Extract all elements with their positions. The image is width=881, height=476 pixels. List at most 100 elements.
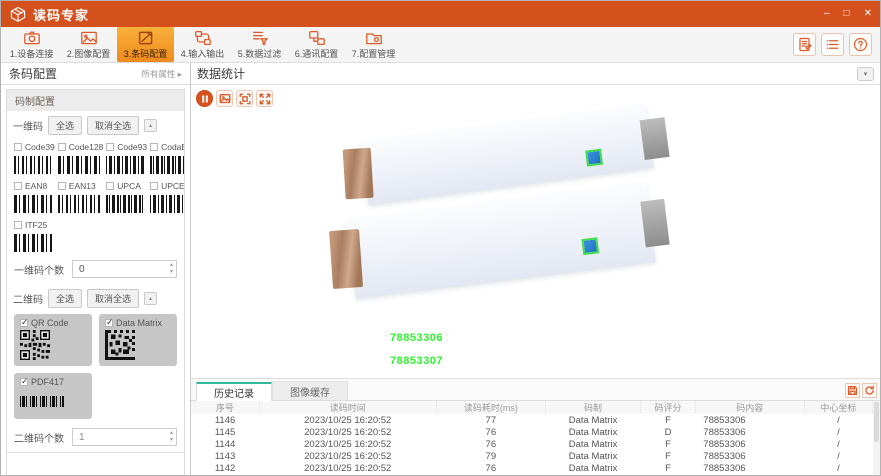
- list-button[interactable]: [821, 33, 844, 56]
- checkbox-box[interactable]: [20, 319, 28, 327]
- oned-select-all-button[interactable]: 全选: [48, 116, 82, 135]
- checkbox-box[interactable]: [106, 182, 114, 190]
- twod-count-value: 1: [79, 432, 85, 443]
- close-button[interactable]: ✕: [864, 9, 872, 19]
- history-table-wrap[interactable]: 序号 读码时间 读码耗时(ms) 码制 码评分 码内容 中心坐标: [191, 401, 880, 476]
- checkbox-box[interactable]: [14, 221, 22, 229]
- datamatrix-sample: [105, 330, 135, 360]
- checkbox-box[interactable]: [14, 143, 22, 151]
- all-properties-link[interactable]: 所有属性 ▸: [141, 68, 182, 80]
- checkbox-code39[interactable]: Code39: [14, 142, 55, 152]
- copper-end: [329, 229, 363, 289]
- checkbox-ean8[interactable]: EAN8: [14, 181, 55, 191]
- checkbox-box[interactable]: [58, 182, 66, 190]
- oned-deselect-all-button[interactable]: 取消全选: [87, 116, 139, 135]
- tab-device-connect[interactable]: 1.设备连接: [3, 27, 60, 62]
- fullscreen-icon: [259, 93, 271, 105]
- checkbox-ean13[interactable]: EAN13: [58, 181, 104, 191]
- app-window: 读码专家 – □ ✕ 1.设备连接 2.图像配置 3.条码配置: [0, 0, 881, 476]
- barcode-sample: [106, 156, 144, 174]
- fullscreen-button[interactable]: [256, 90, 273, 107]
- col-center-coord[interactable]: 中心坐标: [804, 401, 872, 414]
- scrollbar-thumb[interactable]: [874, 402, 879, 442]
- checkbox-pdf417[interactable]: PDF417: [20, 377, 86, 387]
- checkbox-box[interactable]: [58, 143, 66, 151]
- table-row[interactable]: 1143 2023/10/25 16:20:52 79 Data Matrix …: [191, 450, 873, 462]
- cell-type: Data Matrix: [545, 438, 640, 450]
- col-seq[interactable]: 序号: [191, 401, 259, 414]
- twod-fold-button[interactable]: ▴: [144, 292, 157, 305]
- barcode-sample: [14, 195, 52, 213]
- col-elapsed[interactable]: 读码耗时(ms): [436, 401, 545, 414]
- table-row[interactable]: 1144 2023/10/25 16:20:52 76 Data Matrix …: [191, 438, 873, 450]
- oned-count-input[interactable]: 0 ▲▼: [72, 260, 177, 278]
- maximize-button[interactable]: □: [844, 9, 850, 19]
- checkbox-datamatrix[interactable]: Data Matrix: [105, 318, 171, 328]
- barcode-sample: [14, 234, 52, 252]
- panel-collapse-button[interactable]: ▾: [857, 67, 874, 81]
- spinner-arrows[interactable]: ▲▼: [169, 262, 174, 276]
- viewer-toolbar: [196, 90, 273, 107]
- cell-content: 78853306: [695, 414, 804, 426]
- chevron-right-icon: ▸: [178, 69, 182, 79]
- checkbox-code93[interactable]: Code93: [106, 142, 147, 152]
- col-grade[interactable]: 码评分: [641, 401, 696, 414]
- tab-image-cache[interactable]: 图像缓存: [272, 381, 348, 400]
- checkbox-box[interactable]: [150, 143, 158, 151]
- input-output-icon: [193, 30, 213, 46]
- app-logo-cube-icon: [9, 6, 27, 22]
- barcode-type-datamatrix[interactable]: Data Matrix: [99, 314, 177, 366]
- table-row[interactable]: 1142 2023/10/25 16:20:52 76 Data Matrix …: [191, 462, 873, 474]
- cell-time: 2023/10/25 16:20:52: [259, 462, 436, 474]
- cell-grade: F: [641, 450, 696, 462]
- checkbox-box[interactable]: [105, 319, 113, 327]
- twod-deselect-all-button[interactable]: 取消全选: [87, 289, 139, 308]
- table-row[interactable]: 1145 2023/10/25 16:20:52 76 Data Matrix …: [191, 426, 873, 438]
- oned-fold-button[interactable]: ▴: [144, 119, 157, 132]
- tab-data-filter[interactable]: 5.数据过滤: [231, 27, 288, 62]
- barcode-edit-icon: [136, 30, 156, 46]
- checkbox-itf25[interactable]: ITF25: [14, 220, 55, 230]
- checkbox-box[interactable]: [106, 143, 114, 151]
- table-row[interactable]: 1146 2023/10/25 16:20:52 77 Data Matrix …: [191, 414, 873, 426]
- tab-comm-config[interactable]: 6.通讯配置: [288, 27, 345, 62]
- twod-select-all-button[interactable]: 全选: [48, 289, 82, 308]
- spinner-arrows[interactable]: ▲▼: [169, 430, 174, 444]
- checkbox-upce[interactable]: UPCE: [150, 181, 185, 191]
- checkbox-box[interactable]: [150, 182, 158, 190]
- barcode-type-qrcode[interactable]: QR Code: [14, 314, 92, 366]
- oned-controls-row: 一维码 全选 取消全选 ▴: [7, 111, 184, 138]
- minimize-button[interactable]: –: [824, 9, 830, 19]
- help-button[interactable]: [849, 33, 872, 56]
- checkbox-code128[interactable]: Code128: [58, 142, 104, 152]
- twod-count-input[interactable]: 1 ▲▼: [72, 428, 177, 446]
- fit-view-button[interactable]: [236, 90, 253, 107]
- image-viewer[interactable]: 78853306 78853307: [191, 85, 880, 379]
- table-scrollbar[interactable]: [873, 401, 880, 476]
- checkbox-upca[interactable]: UPCA: [106, 181, 147, 191]
- tab-config-manage[interactable]: 7.配置管理: [345, 27, 402, 62]
- tab-label: 3.条码配置: [124, 47, 168, 60]
- checkbox-codabar[interactable]: CodaBar: [150, 142, 185, 152]
- col-content[interactable]: 码内容: [695, 401, 804, 414]
- cell-seq: 1146: [191, 414, 259, 426]
- tab-barcode-config[interactable]: 3.条码配置: [117, 27, 174, 62]
- checkbox-qrcode[interactable]: QR Code: [20, 318, 86, 328]
- tab-history-record[interactable]: 历史记录: [196, 382, 272, 401]
- cell-time: 2023/10/25 16:20:52: [259, 438, 436, 450]
- pause-button[interactable]: [196, 90, 213, 107]
- col-read-time[interactable]: 读码时间: [259, 401, 436, 414]
- report-button[interactable]: [793, 33, 816, 56]
- col-code-type[interactable]: 码制: [545, 401, 640, 414]
- tab-input-output[interactable]: 4.输入输出: [174, 27, 231, 62]
- checkbox-box[interactable]: [20, 378, 28, 386]
- cell-type: Data Matrix: [545, 426, 640, 438]
- checkbox-box[interactable]: [14, 182, 22, 190]
- report-icon: [797, 37, 812, 52]
- barcode-type-pdf417[interactable]: PDF417: [14, 373, 92, 419]
- tab-image-config[interactable]: 2.图像配置: [60, 27, 117, 62]
- save-history-button[interactable]: [845, 383, 860, 398]
- save-image-button[interactable]: [216, 90, 233, 107]
- history-actions: [845, 383, 877, 398]
- refresh-button[interactable]: [862, 383, 877, 398]
